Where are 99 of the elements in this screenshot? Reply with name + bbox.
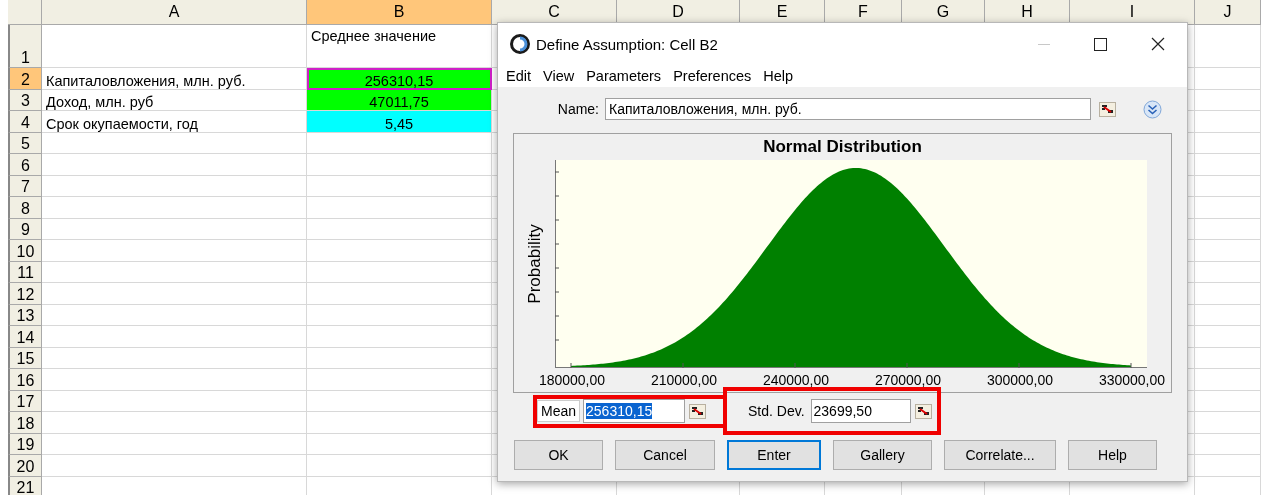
- empty-cell[interactable]: [307, 412, 492, 434]
- column-header[interactable]: B: [307, 0, 492, 25]
- table-cell[interactable]: Срок окупаемости, год: [42, 111, 307, 133]
- menu-item[interactable]: View: [540, 68, 578, 84]
- empty-cell[interactable]: [307, 132, 492, 154]
- row-header[interactable]: 1: [8, 25, 42, 68]
- empty-cell[interactable]: [307, 347, 492, 369]
- select-all-corner[interactable]: [8, 0, 42, 25]
- empty-cell[interactable]: [1195, 347, 1261, 369]
- empty-cell[interactable]: [1195, 175, 1261, 197]
- dialog-button[interactable]: Help: [1068, 440, 1157, 470]
- menu-item[interactable]: Parameters: [583, 68, 665, 84]
- dialog-button[interactable]: Cancel: [615, 440, 715, 470]
- empty-cell[interactable]: [1195, 283, 1261, 305]
- empty-cell[interactable]: [1195, 25, 1261, 68]
- value-field[interactable]: 23699,50: [810, 399, 911, 423]
- axis-tick-label: 300000,00: [986, 372, 1054, 388]
- empty-cell[interactable]: [307, 369, 492, 391]
- table-cell[interactable]: 47011,75: [307, 89, 492, 111]
- row-header[interactable]: 16: [8, 369, 42, 391]
- row-header[interactable]: 19: [8, 433, 42, 455]
- empty-cell[interactable]: [1195, 433, 1261, 455]
- menu-item[interactable]: Preferences: [670, 68, 755, 84]
- axis-tick-label: 180000,00: [538, 372, 606, 388]
- empty-cell[interactable]: [1195, 154, 1261, 176]
- row-header[interactable]: 5: [8, 132, 42, 154]
- row-header[interactable]: 17: [8, 390, 42, 412]
- row-header[interactable]: 14: [8, 326, 42, 348]
- empty-cell[interactable]: [1195, 218, 1261, 240]
- empty-cell[interactable]: [307, 240, 492, 262]
- close-icon[interactable]: [1151, 37, 1165, 51]
- empty-cell[interactable]: [1195, 455, 1261, 477]
- empty-cell[interactable]: [307, 455, 492, 477]
- row-header[interactable]: 13: [8, 304, 42, 326]
- row-header[interactable]: 18: [8, 412, 42, 434]
- row-header[interactable]: 4: [8, 111, 42, 133]
- cell-reference-icon[interactable]: [689, 403, 707, 419]
- empty-cell[interactable]: [1195, 390, 1261, 412]
- chart-title: Normal Distribution: [763, 137, 922, 157]
- row-header[interactable]: 6: [8, 154, 42, 176]
- cell-reference-icon[interactable]: [1099, 101, 1116, 117]
- empty-cell[interactable]: [1195, 132, 1261, 154]
- empty-cell[interactable]: [307, 197, 492, 219]
- axis-tick-label: 330000,00: [1098, 372, 1166, 388]
- dialog-button[interactable]: Enter: [727, 440, 821, 470]
- field-label: Std. Dev.: [747, 402, 806, 421]
- row-header[interactable]: 7: [8, 175, 42, 197]
- maximize-icon[interactable]: [1094, 37, 1107, 51]
- empty-cell[interactable]: [307, 218, 492, 240]
- table-cell[interactable]: Капиталовложения, млн. руб.: [42, 68, 307, 90]
- menu-item[interactable]: Edit: [503, 68, 534, 84]
- column-header[interactable]: A: [42, 0, 307, 25]
- empty-cell[interactable]: [1195, 261, 1261, 283]
- dialog-button[interactable]: OK: [514, 440, 603, 470]
- field-label: Name:: [557, 101, 599, 117]
- empty-cell[interactable]: [307, 261, 492, 283]
- empty-cell[interactable]: [307, 283, 492, 305]
- table-cell[interactable]: 5,45: [307, 111, 492, 133]
- expand-icon[interactable]: [1143, 99, 1162, 119]
- name-field[interactable]: Капиталовложения, млн. руб.: [605, 98, 1091, 120]
- empty-cell[interactable]: [1195, 304, 1261, 326]
- cell-reference-icon[interactable]: [914, 403, 932, 419]
- empty-cell[interactable]: [1195, 412, 1261, 434]
- empty-cell[interactable]: [1195, 240, 1261, 262]
- table-cell[interactable]: 256310,15: [307, 68, 492, 90]
- row-header[interactable]: 2: [8, 68, 42, 90]
- axis-label: Probability: [524, 224, 545, 304]
- empty-cell[interactable]: [307, 326, 492, 348]
- logo-icon: [510, 34, 530, 54]
- row-header[interactable]: 8: [8, 197, 42, 219]
- row-header[interactable]: 10: [8, 240, 42, 262]
- axis-tick-label: 210000,00: [650, 372, 718, 388]
- empty-cell[interactable]: [1195, 326, 1261, 348]
- field-label: Mean: [537, 400, 581, 422]
- row-header[interactable]: 20: [8, 455, 42, 477]
- empty-cell[interactable]: [307, 154, 492, 176]
- dialog-button[interactable]: Correlate...: [944, 440, 1056, 470]
- menu-item[interactable]: Help: [760, 68, 797, 84]
- window-title: Define Assumption: Cell B2: [536, 35, 719, 53]
- dialog-button[interactable]: Gallery: [833, 440, 932, 470]
- row-header[interactable]: 15: [8, 347, 42, 369]
- empty-cell[interactable]: [307, 433, 492, 455]
- value-field[interactable]: 256310,15: [583, 399, 686, 423]
- empty-cell[interactable]: [1195, 68, 1261, 90]
- axis-tick-label: 240000,00: [762, 372, 830, 388]
- empty-cell[interactable]: [1195, 89, 1261, 111]
- axis-tick-label: 270000,00: [874, 372, 942, 388]
- empty-cell[interactable]: [307, 390, 492, 412]
- empty-cell[interactable]: [1195, 111, 1261, 133]
- row-header[interactable]: 9: [8, 218, 42, 240]
- column-header[interactable]: J: [1195, 0, 1261, 25]
- empty-cell[interactable]: [307, 175, 492, 197]
- row-header[interactable]: 11: [8, 261, 42, 283]
- row-header[interactable]: 3: [8, 89, 42, 111]
- row-header[interactable]: 12: [8, 283, 42, 305]
- empty-cell[interactable]: [1195, 197, 1261, 219]
- empty-cell[interactable]: [1195, 369, 1261, 391]
- table-cell[interactable]: Доход, млн. руб: [42, 89, 307, 111]
- empty-cell[interactable]: [307, 304, 492, 326]
